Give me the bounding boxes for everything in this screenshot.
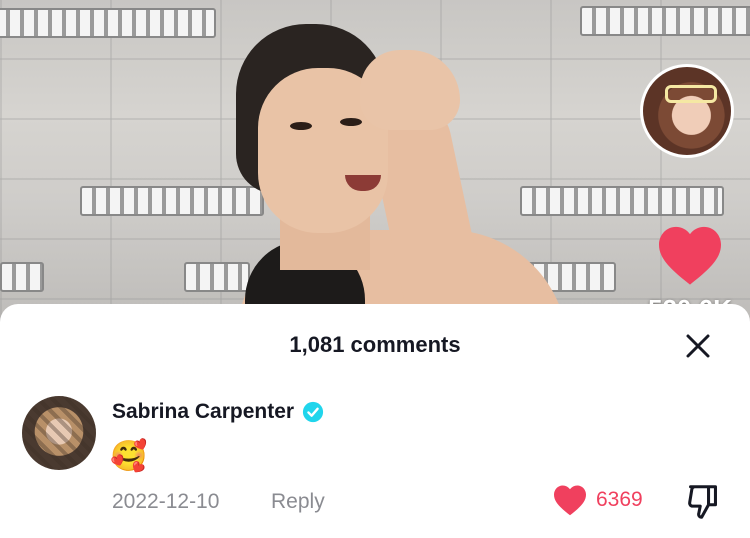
ceiling-light bbox=[184, 262, 250, 292]
thumbs-down-icon[interactable] bbox=[686, 484, 720, 520]
reply-button[interactable]: Reply bbox=[271, 490, 325, 514]
comment-like-button[interactable]: 6369 bbox=[552, 484, 643, 516]
comment-author-name[interactable]: Sabrina Carpenter bbox=[112, 400, 294, 424]
comment-like-count: 6369 bbox=[596, 488, 643, 511]
heart-icon[interactable] bbox=[656, 224, 724, 286]
ceiling-light bbox=[580, 6, 750, 36]
comments-count-title: 1,081 comments bbox=[289, 332, 461, 357]
heart-icon bbox=[554, 485, 586, 516]
comment-author-row: Sabrina Carpenter bbox=[112, 400, 324, 424]
comment-date: 2022-12-10 bbox=[112, 490, 220, 513]
video-player[interactable]: 520.6K bbox=[0, 0, 750, 330]
comments-sheet: 1,081 comments Sabrina Carpenter 🥰 2022-… bbox=[0, 304, 750, 538]
close-icon bbox=[686, 334, 710, 358]
verified-badge-icon bbox=[302, 401, 324, 423]
ceiling-light bbox=[80, 186, 264, 216]
close-button[interactable] bbox=[680, 328, 716, 364]
comment-author-avatar[interactable] bbox=[22, 396, 96, 470]
ceiling-light bbox=[0, 8, 216, 38]
ceiling-light bbox=[0, 262, 44, 292]
comment-text: 🥰 bbox=[110, 440, 148, 473]
creator-avatar[interactable] bbox=[640, 64, 734, 158]
ceiling-light bbox=[520, 186, 724, 216]
